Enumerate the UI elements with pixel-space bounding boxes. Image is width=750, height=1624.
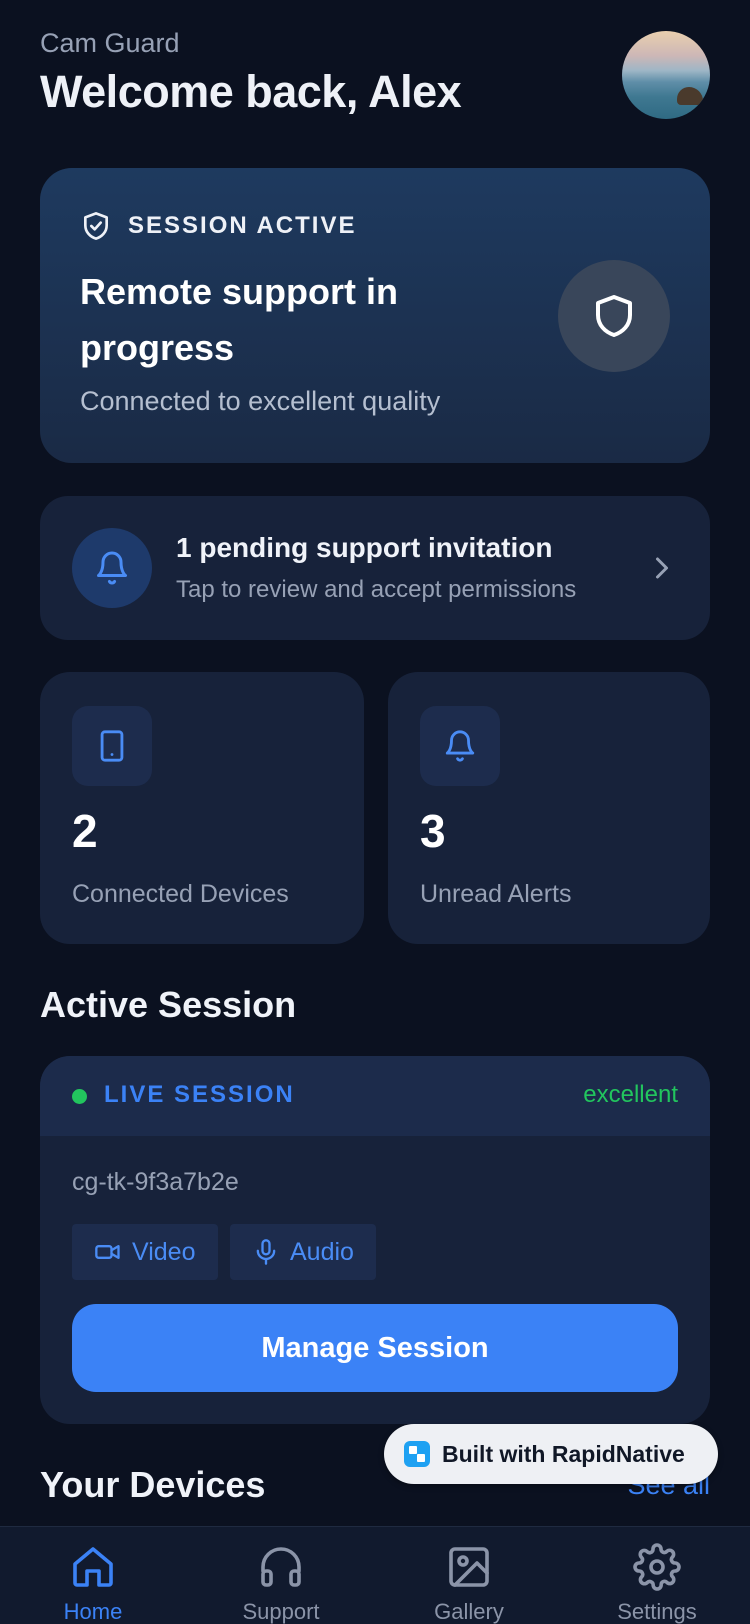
connection-quality: excellent [583,1081,678,1108]
avatar-rock [677,87,703,105]
live-session-card: LIVE SESSION excellent cg-tk-9f3a7b2e Vi… [40,1056,710,1424]
bell-icon [97,551,127,585]
stat-icon-box [420,706,500,786]
invite-icon-circle [72,528,152,608]
video-chip-label: Video [132,1237,196,1266]
gear-icon [633,1543,681,1591]
tab-settings-label: Settings [617,1599,697,1624]
video-chip[interactable]: Video [72,1224,218,1280]
video-icon [95,1245,120,1259]
app-name: Cam Guard [40,28,180,58]
welcome-heading: Welcome back, Alex [40,66,462,117]
your-devices-heading: Your Devices [40,1464,266,1505]
bell-icon [445,730,475,762]
pending-invitation-card[interactable]: 1 pending support invitation Tap to revi… [40,496,710,640]
mic-icon [256,1239,276,1265]
shield-icon [596,295,632,337]
invitation-subtitle: Tap to review and accept permissions [176,576,577,603]
built-with-text: Built with RapidNative [442,1440,685,1467]
audio-chip[interactable]: Audio [230,1224,376,1280]
session-id: cg-tk-9f3a7b2e [72,1168,239,1196]
home-screen: Cam Guard Welcome back, Alex SESSION ACT… [0,0,750,1624]
tab-settings[interactable]: Settings [582,1527,732,1624]
session-subtitle: Connected to excellent quality [80,386,441,416]
audio-chip-label: Audio [290,1237,354,1266]
live-session-header: LIVE SESSION excellent [40,1056,710,1136]
tab-support-label: Support [242,1599,320,1624]
session-badge-label: SESSION ACTIVE [128,212,357,239]
live-status-dot [72,1089,87,1104]
headset-icon [261,1547,301,1587]
tab-home[interactable]: Home [18,1527,168,1624]
stat-label: Unread Alerts [420,880,572,908]
tab-support[interactable]: Support [206,1527,356,1624]
stat-label: Connected Devices [72,880,289,908]
tab-gallery[interactable]: Gallery [394,1527,544,1624]
bottom-tab-bar: Home Support Gallery Settings [0,1526,750,1624]
shield-check-icon [84,212,108,240]
stat-card-devices[interactable]: 2 Connected Devices [40,672,364,944]
built-with-badge[interactable]: Built with RapidNative [384,1424,718,1484]
tablet-icon [100,730,124,762]
active-session-heading: Active Session [40,984,297,1025]
home-icon [73,1547,113,1587]
stat-icon-box [72,706,152,786]
shield-badge [558,260,670,372]
stat-value: 2 [72,805,98,857]
image-icon [449,1547,489,1587]
chevron-right-icon [656,557,668,579]
session-badge: SESSION ACTIVE [80,210,356,242]
tab-gallery-label: Gallery [434,1599,504,1624]
stat-card-alerts[interactable]: 3 Unread Alerts [388,672,710,944]
manage-session-button[interactable]: Manage Session [72,1304,678,1392]
rapidnative-logo-icon [404,1441,430,1467]
avatar[interactable] [622,31,710,119]
live-session-label: LIVE SESSION [104,1081,295,1108]
session-title: Remote support in progress [80,271,399,368]
session-status-card[interactable]: SESSION ACTIVE Remote support in progres… [40,168,710,463]
tab-home-label: Home [63,1599,123,1624]
stat-value: 3 [420,805,446,857]
invitation-title: 1 pending support invitation [176,532,553,563]
